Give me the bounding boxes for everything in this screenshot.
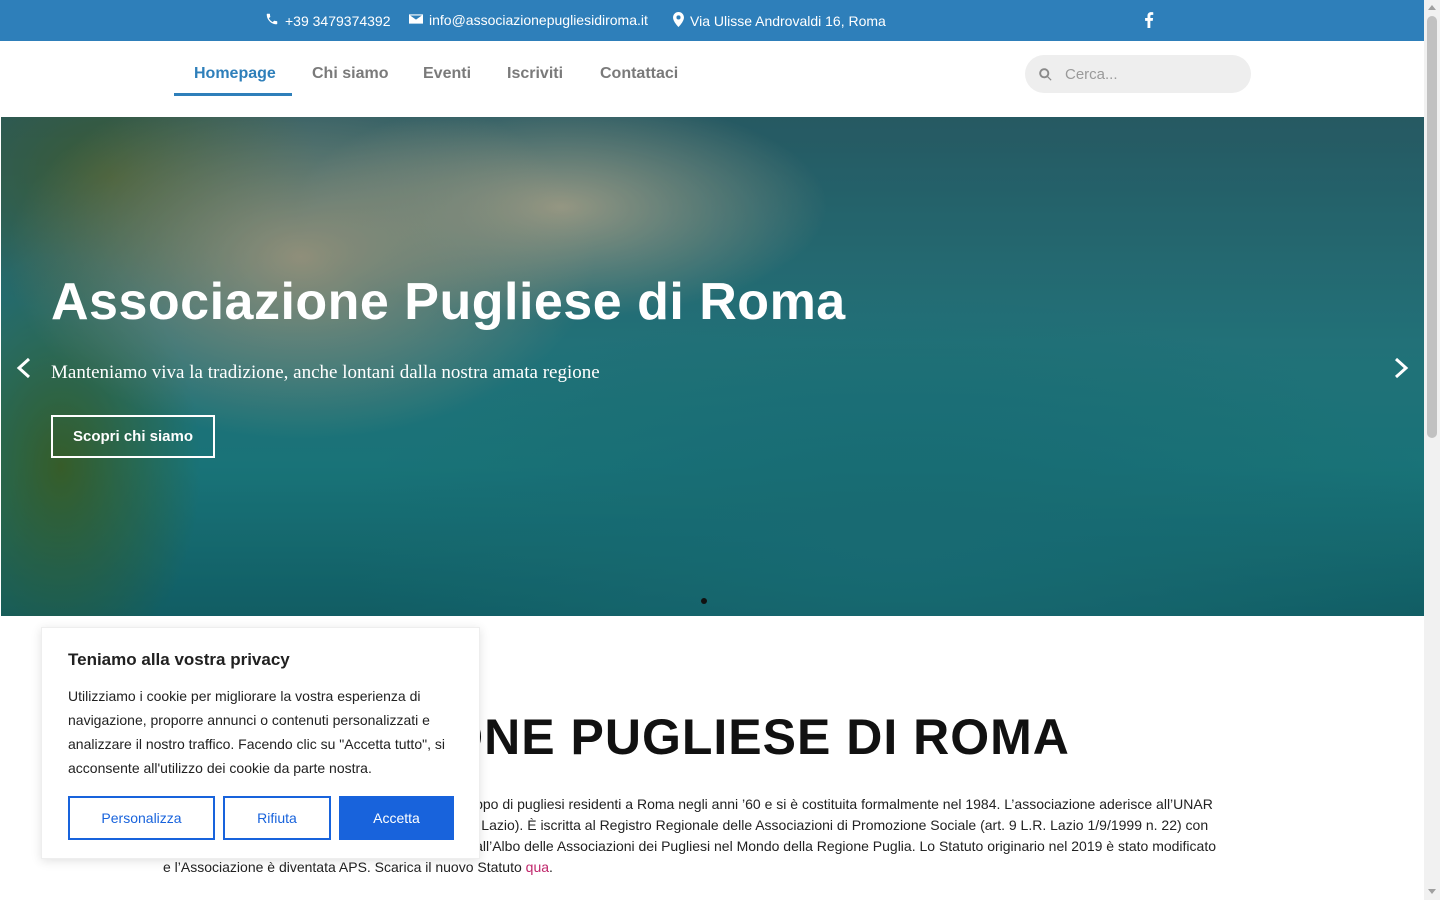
top-bar: +39 3479374392 info@associazionepugliesi…: [0, 0, 1424, 41]
scrollbar-thumb[interactable]: [1427, 16, 1437, 438]
nav-item-chi-siamo[interactable]: Chi siamo: [312, 65, 388, 83]
chevron-right-icon[interactable]: [1392, 357, 1410, 384]
search-box: [1025, 55, 1251, 93]
address-contact[interactable]: Via Ulisse Androvaldi 16, Roma: [673, 12, 886, 30]
cookie-banner: Teniamo alla vostra privacy Utilizziamo …: [41, 627, 480, 859]
active-nav-indicator: [174, 93, 292, 96]
search-icon[interactable]: [1038, 67, 1053, 82]
scroll-up-icon[interactable]: [1428, 5, 1436, 10]
scroll-down-icon[interactable]: [1428, 889, 1436, 894]
paragraph-line-text: e l’Associazione è diventata APS. Scaric…: [163, 859, 526, 875]
statuto-link[interactable]: qua: [526, 859, 549, 875]
search-input[interactable]: [1065, 55, 1245, 93]
map-pin-icon: [673, 12, 684, 30]
accept-button[interactable]: Accetta: [339, 796, 454, 840]
email-address: info@associazionepugliesidiroma.it: [429, 12, 648, 28]
hero-subtitle: Manteniamo viva la tradizione, anche lon…: [51, 362, 600, 383]
cookie-title: Teniamo alla vostra privacy: [68, 650, 290, 669]
paragraph-line: e l’Associazione è diventata APS. Scaric…: [163, 857, 1263, 878]
hero-slider: Associazione Pugliese di Roma Manteniamo…: [1, 117, 1424, 616]
nav-item-iscriviti[interactable]: Iscriviti: [507, 65, 563, 83]
facebook-icon[interactable]: [1143, 12, 1155, 31]
cookie-text: Utilizziamo i cookie per migliorare la v…: [68, 688, 445, 776]
address-text: Via Ulisse Androvaldi 16, Roma: [690, 13, 886, 29]
email-contact[interactable]: info@associazionepugliesidiroma.it: [409, 12, 648, 28]
customize-button[interactable]: Personalizza: [68, 796, 215, 840]
phone-contact[interactable]: +39 3479374392: [265, 12, 391, 29]
nav-item-contattaci[interactable]: Contattaci: [600, 65, 678, 83]
nav-item-eventi[interactable]: Eventi: [423, 65, 471, 83]
page-scrollbar[interactable]: [1424, 0, 1440, 900]
discover-button[interactable]: Scopri chi siamo: [51, 415, 215, 458]
reject-button[interactable]: Rifiuta: [223, 796, 331, 840]
main-navigation: Homepage Chi siamo Eventi Iscriviti Cont…: [0, 41, 1424, 117]
slider-dot[interactable]: [701, 598, 707, 604]
nav-item-homepage[interactable]: Homepage: [194, 65, 276, 83]
phone-number: +39 3479374392: [285, 12, 391, 29]
phone-icon: [265, 12, 279, 29]
chevron-left-icon[interactable]: [15, 357, 33, 384]
envelope-icon: [409, 12, 423, 28]
hero-title: Associazione Pugliese di Roma: [51, 273, 846, 331]
paragraph-end: .: [549, 859, 553, 875]
